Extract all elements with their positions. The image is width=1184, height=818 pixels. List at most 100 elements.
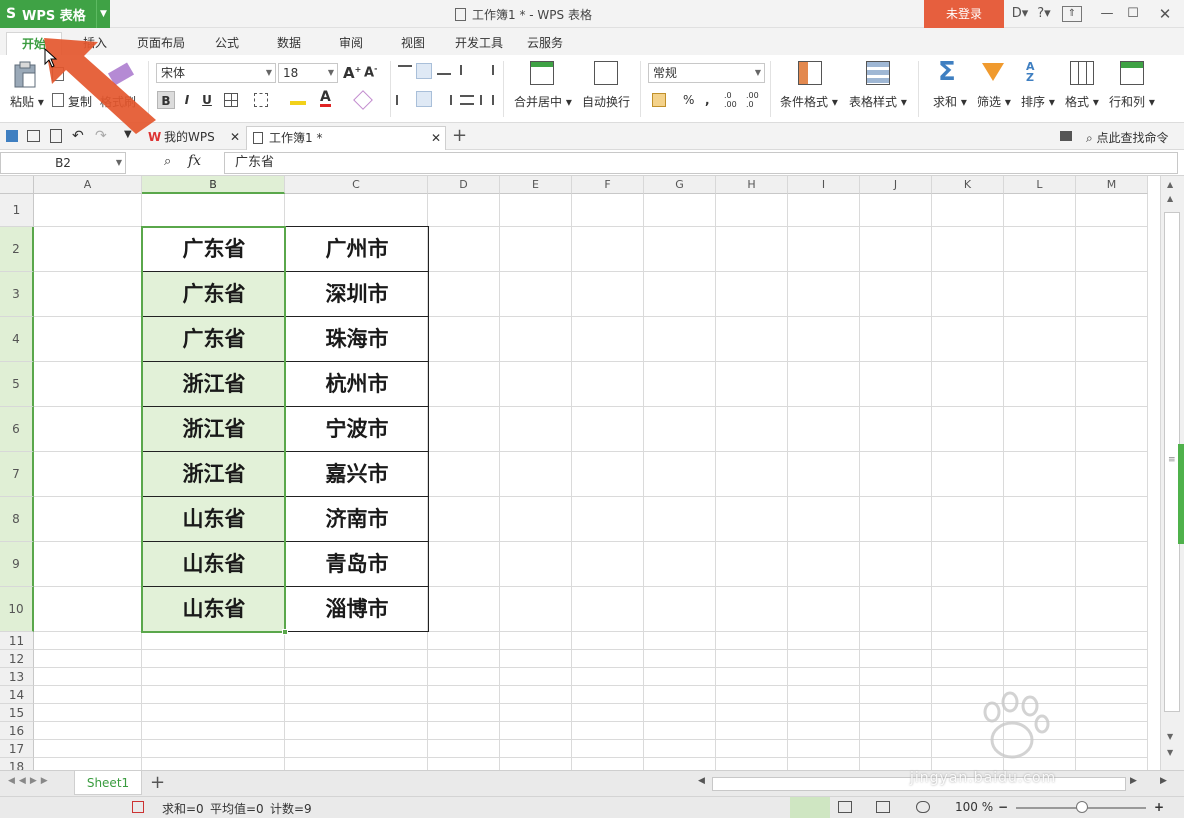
save-icon[interactable] bbox=[6, 130, 18, 142]
row-header-13[interactable]: 13 bbox=[0, 668, 34, 686]
cell-c3[interactable]: 深圳市 bbox=[285, 271, 429, 317]
row-header-1[interactable]: 1 bbox=[0, 194, 34, 227]
name-box[interactable]: B2 ▼ bbox=[0, 152, 126, 174]
column-header-j[interactable]: J bbox=[860, 176, 932, 194]
row-header-2[interactable]: 2 bbox=[0, 227, 34, 272]
row-header-16[interactable]: 16 bbox=[0, 722, 34, 740]
decrease-indent-icon[interactable] bbox=[460, 65, 474, 75]
close-icon[interactable]: ✕ bbox=[230, 126, 240, 148]
new-tab-icon[interactable]: + bbox=[452, 125, 467, 146]
tab-page-layout[interactable]: 页面布局 bbox=[130, 32, 192, 55]
zoom-out-icon[interactable]: − bbox=[998, 800, 1008, 814]
row-column-button[interactable]: 行和列 ▾ bbox=[1109, 93, 1155, 110]
italic-button[interactable]: I bbox=[178, 91, 196, 109]
increase-indent-icon[interactable] bbox=[480, 65, 494, 75]
thousands-button[interactable]: , bbox=[705, 93, 710, 107]
minimize-icon[interactable]: — bbox=[1098, 5, 1116, 23]
print-preview-icon[interactable] bbox=[50, 129, 62, 143]
table-style-icon[interactable] bbox=[866, 61, 890, 85]
cell-b7[interactable]: 浙江省 bbox=[142, 451, 286, 497]
zoom-in-icon[interactable]: + bbox=[1154, 800, 1164, 814]
zoom-slider[interactable] bbox=[1016, 801, 1146, 813]
column-header-b[interactable]: B bbox=[142, 176, 285, 194]
zoom-level[interactable]: 100 % bbox=[955, 800, 993, 814]
row-header-12[interactable]: 12 bbox=[0, 650, 34, 668]
skin-icon[interactable]: D▾ bbox=[1008, 5, 1032, 23]
help-icon[interactable]: ?▾ bbox=[1032, 5, 1056, 23]
tab-cloud[interactable]: 云服务 bbox=[522, 32, 568, 55]
row-header-3[interactable]: 3 bbox=[0, 272, 34, 317]
formula-input[interactable]: 广东省 bbox=[224, 152, 1178, 174]
macro-icon[interactable] bbox=[132, 801, 144, 813]
cell-c6[interactable]: 宁波市 bbox=[285, 406, 429, 452]
maximize-icon[interactable]: ☐ bbox=[1124, 5, 1142, 23]
cell-c9[interactable]: 青岛市 bbox=[285, 541, 429, 587]
minimize-ribbon-icon[interactable]: ⇑ bbox=[1062, 6, 1082, 22]
merge-center-icon[interactable] bbox=[530, 61, 554, 85]
scroll-up-icon[interactable]: ▲ bbox=[1167, 180, 1173, 189]
close-icon[interactable]: ✕ bbox=[431, 127, 441, 149]
table-style-button[interactable]: 表格样式 ▾ bbox=[849, 93, 907, 110]
currency-icon[interactable] bbox=[652, 93, 666, 107]
row-header-17[interactable]: 17 bbox=[0, 740, 34, 758]
scroll-left-icon[interactable]: ◀ bbox=[698, 776, 705, 786]
print-icon[interactable] bbox=[27, 130, 40, 142]
copy-button[interactable]: 复制 bbox=[68, 93, 92, 110]
cell-c10[interactable]: 淄博市 bbox=[285, 586, 429, 632]
number-format-select[interactable]: 常规 ▼ bbox=[648, 63, 765, 83]
sheet-nav-icon[interactable]: ◀◀▶▶ bbox=[8, 776, 52, 786]
border-icon[interactable] bbox=[224, 93, 238, 107]
customize-toolbar-icon[interactable]: ▼ bbox=[124, 129, 132, 140]
justify-icon[interactable] bbox=[460, 95, 474, 105]
row-column-icon[interactable] bbox=[1120, 61, 1144, 85]
paste-button[interactable]: 粘贴 ▾ bbox=[10, 93, 44, 110]
scroll-down-icon[interactable]: ▼ bbox=[1167, 732, 1173, 741]
column-header-c[interactable]: C bbox=[285, 176, 428, 194]
undo-icon[interactable]: ↶ bbox=[72, 128, 84, 144]
increase-decimal-icon[interactable]: .0.00 bbox=[724, 91, 737, 109]
sort-button[interactable]: 排序 ▾ bbox=[1021, 93, 1055, 110]
column-header-i[interactable]: I bbox=[788, 176, 860, 194]
row-header-11[interactable]: 11 bbox=[0, 632, 34, 650]
row-header-10[interactable]: 10 bbox=[0, 587, 34, 632]
distributed-align-icon[interactable] bbox=[480, 95, 494, 105]
tab-developer[interactable]: 开发工具 bbox=[450, 32, 508, 55]
align-top-icon[interactable] bbox=[398, 65, 412, 75]
spreadsheet-grid[interactable]: ABCDEFGHIJKLM 1 2 3 4 5 6 7 8 9 10 11 12 13 14 15 16 17 1… bbox=[0, 176, 1160, 770]
merge-center-button[interactable]: 合并居中 ▾ bbox=[514, 93, 572, 110]
font-color-icon[interactable]: A bbox=[320, 90, 331, 107]
cell-c7[interactable]: 嘉兴市 bbox=[285, 451, 429, 497]
cell-b10[interactable]: 山东省 bbox=[142, 586, 286, 632]
login-button[interactable]: 未登录 bbox=[924, 0, 1004, 28]
cut-icon[interactable] bbox=[52, 67, 64, 81]
sum-icon[interactable]: Σ bbox=[938, 57, 956, 87]
format-painter-icon[interactable] bbox=[107, 62, 135, 86]
align-left-icon[interactable] bbox=[396, 95, 410, 105]
close-icon[interactable]: ✕ bbox=[1156, 5, 1174, 23]
wps-app-menu-button[interactable]: S WPS 表格 ▼ bbox=[0, 0, 110, 28]
font-size-select[interactable]: 18 ▼ bbox=[278, 63, 338, 83]
cell-c4[interactable]: 珠海市 bbox=[285, 316, 429, 362]
side-panel-toggle[interactable] bbox=[1178, 444, 1184, 544]
clear-format-icon[interactable] bbox=[353, 90, 373, 110]
bold-button[interactable]: B bbox=[157, 91, 175, 109]
row-header-6[interactable]: 6 bbox=[0, 407, 34, 452]
align-right-icon[interactable] bbox=[438, 95, 452, 105]
insert-function-button[interactable]: fx bbox=[188, 153, 201, 169]
vertical-scrollbar[interactable]: ▲ ▲ ≡ ▼ ▼ bbox=[1160, 176, 1184, 770]
row-header-18[interactable]: 18 bbox=[0, 758, 34, 770]
paste-icon[interactable] bbox=[12, 61, 38, 89]
filter-button[interactable]: 筛选 ▾ bbox=[977, 93, 1011, 110]
scroll-right-icon[interactable]: ▶ bbox=[1130, 776, 1137, 786]
fill-color-icon[interactable] bbox=[290, 93, 306, 105]
underline-button[interactable]: U bbox=[198, 91, 216, 109]
copy-icon[interactable] bbox=[52, 93, 64, 107]
column-header-k[interactable]: K bbox=[932, 176, 1004, 194]
wrap-text-icon[interactable] bbox=[594, 61, 618, 85]
row-header-4[interactable]: 4 bbox=[0, 317, 34, 362]
column-header-f[interactable]: F bbox=[572, 176, 644, 194]
add-sheet-icon[interactable]: + bbox=[150, 772, 165, 793]
column-header-e[interactable]: E bbox=[500, 176, 572, 194]
column-header-a[interactable]: A bbox=[34, 176, 142, 194]
tab-view[interactable]: 视图 bbox=[390, 32, 436, 55]
